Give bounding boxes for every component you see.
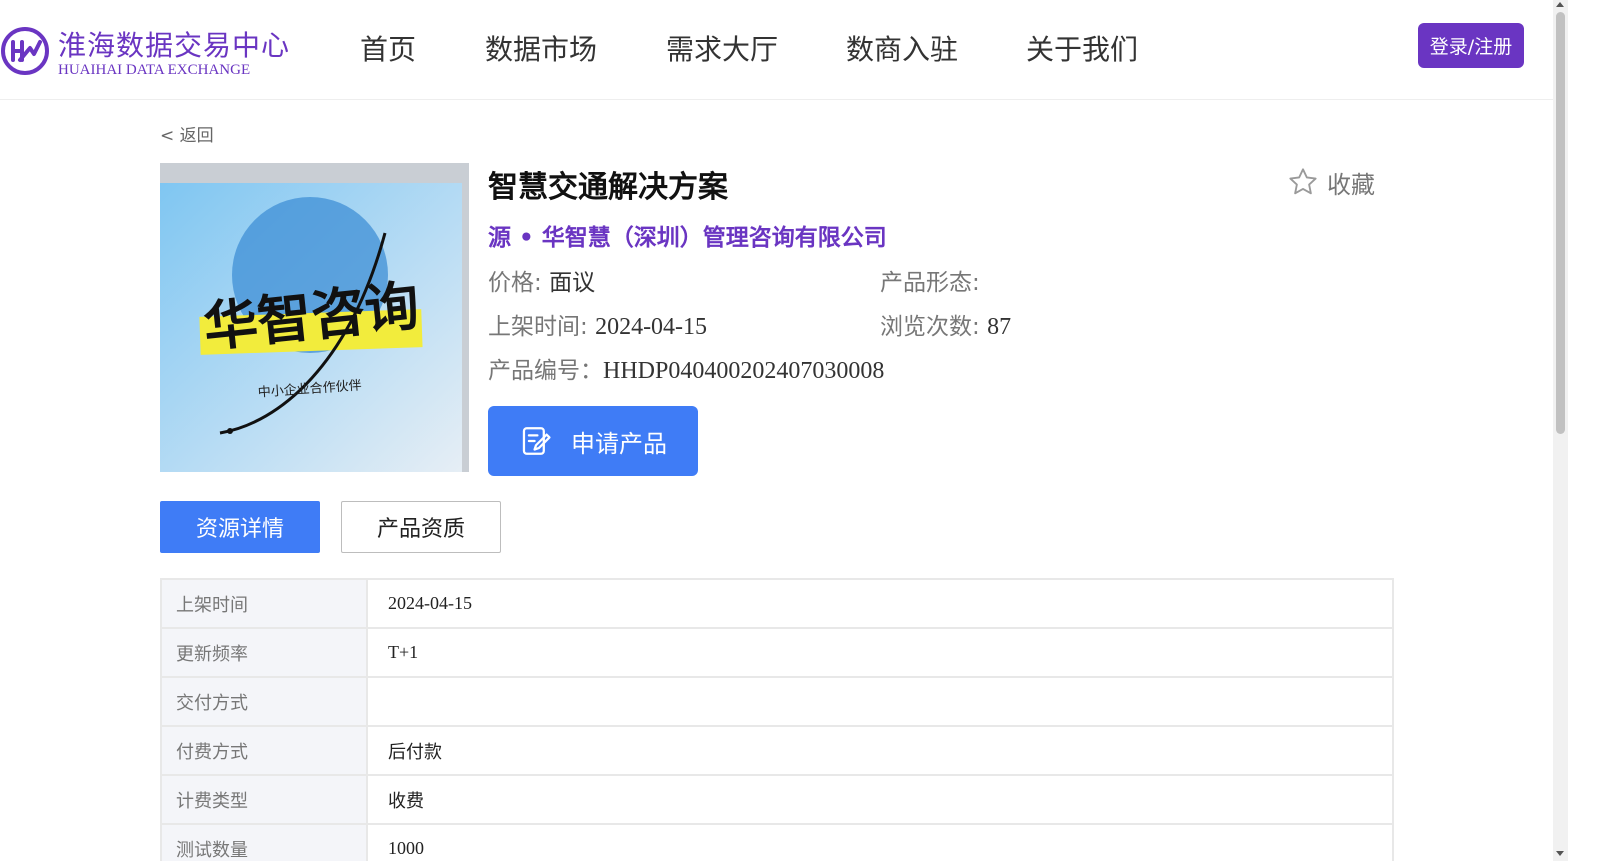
- tab-product-qualification[interactable]: 产品资质: [341, 501, 501, 553]
- price-value: 面议: [549, 270, 596, 296]
- table-key: 付费方式: [162, 727, 368, 774]
- product-title: 智慧交通解决方案: [488, 170, 728, 205]
- table-row: 付费方式 后付款: [162, 727, 1392, 776]
- hd-monogram-icon: [1, 27, 49, 75]
- product-form-row: 产品形态:: [880, 263, 980, 297]
- product-image: 华智咨询 中小企业合作伙伴: [160, 163, 469, 472]
- detail-table: 上架时间 2024-04-15 更新频率 T+1 交付方式 付费方式 后付款 计…: [160, 578, 1394, 861]
- table-key: 更新频率: [162, 629, 368, 676]
- product-source[interactable]: 源 • 华智慧（深圳）管理咨询有限公司: [488, 218, 887, 252]
- nav-item-about-us[interactable]: 关于我们: [1026, 28, 1138, 68]
- listed-time-value: 2024-04-15: [595, 314, 708, 340]
- brand-name-en: HUAIHAI DATA EXCHANGE: [58, 62, 251, 78]
- apply-product-label: 申请产品: [571, 429, 667, 458]
- product-form-label: 产品形态:: [880, 270, 980, 296]
- brand-logo[interactable]: 淮海数据交易中心 HUAIHAI DATA EXCHANGE: [0, 24, 290, 84]
- table-key: 测试数量: [162, 825, 368, 861]
- nav-item-merchant-join[interactable]: 数商入驻: [846, 28, 958, 68]
- listed-time-row: 上架时间: 2024-04-15: [488, 307, 707, 341]
- table-key: 计费类型: [162, 776, 368, 823]
- nav-item-home[interactable]: 首页: [360, 28, 416, 68]
- nav-item-demand-hall[interactable]: 需求大厅: [666, 28, 778, 68]
- table-row: 测试数量 1000: [162, 825, 1392, 861]
- scroll-up-arrow-icon[interactable]: [1556, 2, 1564, 7]
- table-row: 计费类型 收费: [162, 776, 1392, 825]
- star-outline-icon: [1289, 168, 1317, 195]
- table-key: 上架时间: [162, 580, 368, 627]
- price-row: 价格: 面议: [488, 263, 595, 297]
- login-register-button[interactable]: 登录/注册: [1418, 23, 1524, 68]
- scroll-thumb[interactable]: [1556, 12, 1565, 434]
- table-row: 更新频率 T+1: [162, 629, 1392, 678]
- table-value: 2024-04-15: [388, 593, 472, 613]
- edit-form-icon: [522, 427, 551, 455]
- table-value: [368, 678, 1392, 725]
- price-label: 价格:: [488, 270, 542, 296]
- views-value: 87: [987, 314, 1012, 340]
- favorite-label: 收藏: [1327, 170, 1375, 199]
- table-value: 1000: [388, 838, 424, 858]
- table-value: 收费: [388, 790, 424, 812]
- favorite-button[interactable]: 收藏: [1287, 166, 1375, 199]
- table-value: T+1: [388, 642, 419, 662]
- product-code-value: HHDP040400202407030008: [603, 358, 885, 384]
- table-row: 上架时间 2024-04-15: [162, 580, 1392, 629]
- page-scrollbar[interactable]: [1553, 0, 1568, 861]
- product-image-graphic: 华智咨询 中小企业合作伙伴: [160, 163, 469, 472]
- top-header: 淮海数据交易中心 HUAIHAI DATA EXCHANGE 首页 数据市场 需…: [0, 0, 1553, 100]
- product-code-row: 产品编号：HHDP040400202407030008: [488, 351, 884, 385]
- nav-item-data-market[interactable]: 数据市场: [485, 28, 597, 68]
- product-code-label: 产品编号：: [488, 358, 603, 384]
- scroll-down-arrow-icon[interactable]: [1556, 851, 1564, 856]
- tab-resource-details[interactable]: 资源详情: [160, 501, 320, 553]
- table-value: 后付款: [388, 741, 442, 763]
- listed-time-label: 上架时间:: [488, 314, 588, 340]
- views-label: 浏览次数:: [880, 314, 980, 340]
- table-key: 交付方式: [162, 678, 368, 725]
- brand-name-cn: 淮海数据交易中心: [58, 29, 291, 62]
- back-link[interactable]: < 返回: [160, 121, 214, 146]
- apply-product-button[interactable]: 申请产品: [488, 406, 698, 476]
- table-row: 交付方式: [162, 678, 1392, 727]
- views-row: 浏览次数: 87: [880, 307, 1011, 341]
